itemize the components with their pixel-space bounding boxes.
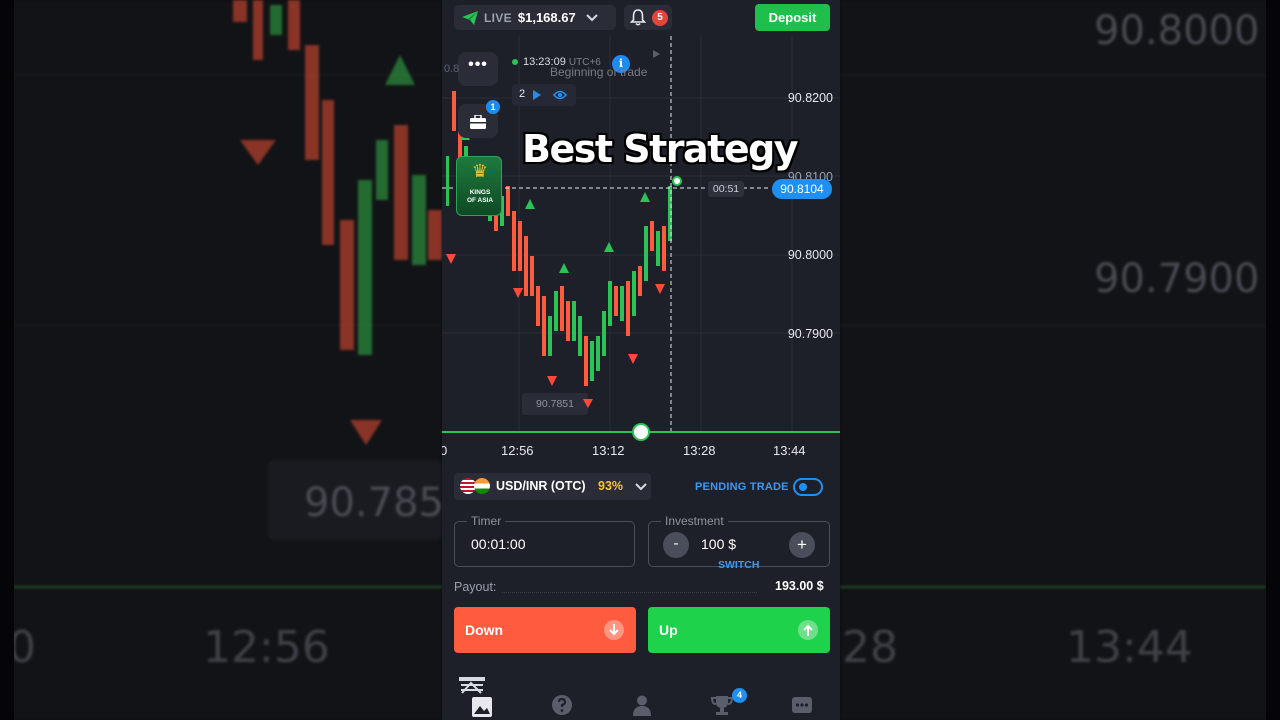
timeline-handle — [632, 423, 650, 441]
price-chart[interactable]: ••• 1 0.8 ♛ KINGS OF ASIA 13:23:09 UTC+6… — [442, 36, 840, 464]
price-axis-label: 90.7900 — [787, 327, 833, 341]
more-button[interactable]: ••• — [458, 52, 498, 86]
background-gridline — [840, 75, 1280, 76]
arrow-up-icon — [798, 620, 818, 640]
india-flag-icon — [474, 478, 490, 494]
background-price-mid: 90.7900 — [1094, 256, 1260, 302]
chart-gallery-icon[interactable] — [471, 696, 493, 718]
increase-investment-button[interactable]: + — [789, 532, 815, 558]
trophy-count-badge: 4 — [732, 688, 747, 703]
price-axis-label: 90.8000 — [787, 248, 833, 262]
chevron-down-icon — [586, 13, 598, 21]
timer-label: Timer — [467, 514, 506, 528]
payout-value: 193.00 $ — [775, 579, 824, 593]
background-left-blurred: 90.7851 0 12:56 — [0, 0, 442, 720]
background-left-candles — [0, 0, 442, 445]
screen: 90.7851 0 12:56 90.8000 90.7900 28 13:44… — [0, 0, 1280, 720]
top-bar: LIVE $1,168.67 5 Deposit — [442, 0, 840, 36]
indicators-icon[interactable] — [459, 675, 485, 697]
time-axis-label: 0 — [442, 443, 448, 458]
open-trades-count: 2 — [519, 88, 526, 100]
low-price-tag: 90.7851 — [522, 393, 588, 415]
account-mode-label: LIVE — [484, 10, 512, 25]
asset-name: USD/INR (OTC) — [496, 479, 586, 493]
background-time-partial: 28 — [842, 622, 898, 673]
beginning-of-trade-label: Beginning of trade — [550, 65, 648, 79]
trade-entry-marker — [672, 176, 682, 186]
background-time: 12:56 — [203, 622, 330, 673]
chevron-down-icon — [635, 483, 647, 491]
left-edge — [0, 0, 14, 720]
current-price-tag: 90.8104 — [772, 179, 832, 199]
phone-screen: LIVE $1,168.67 5 Deposit ••• 1 0.8 ♛ KIN… — [442, 0, 840, 720]
arrow-down-icon — [583, 399, 593, 408]
payout-label: Payout: — [454, 580, 497, 594]
investment-label: Investment — [661, 514, 728, 528]
trophy-icon[interactable] — [711, 694, 733, 716]
arrow-down-icon — [604, 620, 624, 640]
up-button[interactable]: Up — [648, 607, 830, 653]
timer-value: 00:01:00 — [471, 536, 526, 552]
profile-icon[interactable] — [631, 694, 653, 716]
account-balance: $1,168.67 — [517, 10, 576, 25]
background-gridline — [840, 325, 1280, 326]
candlestick-chart — [442, 36, 840, 441]
bottom-nav: 4 — [442, 672, 840, 720]
toggle-knob — [799, 483, 807, 491]
background-price-top: 90.8000 — [1094, 8, 1260, 54]
asset-selector[interactable]: USD/INR (OTC) 93% — [454, 473, 651, 500]
time-axis-label: 13:44 — [773, 443, 806, 458]
pending-trade-toggle[interactable] — [793, 478, 823, 496]
time-axis-label: 13:28 — [683, 443, 716, 458]
background-green-line — [0, 586, 442, 588]
down-button[interactable]: Down — [454, 607, 636, 653]
notifications-button[interactable]: 5 — [624, 5, 672, 30]
crown-icon: ♛ — [471, 161, 489, 181]
background-time: 13:44 — [1066, 622, 1193, 673]
bell-icon — [630, 9, 646, 26]
account-switcher[interactable]: LIVE $1,168.67 — [454, 5, 616, 30]
paper-plane-icon — [462, 10, 478, 25]
play-marker — [653, 50, 660, 58]
asset-payout-percent: 93% — [598, 479, 624, 493]
up-button-label: Up — [659, 622, 678, 638]
more-dots-icon: ••• — [468, 56, 488, 73]
online-dot-icon — [512, 59, 518, 66]
briefcase-icon — [470, 115, 486, 129]
video-headline-overlay: Best Strategy — [522, 127, 799, 171]
chat-icon[interactable] — [791, 694, 813, 716]
time-axis-label: 13:12 — [592, 443, 625, 458]
expiry-countdown: 00:51 — [708, 181, 744, 197]
eye-icon — [553, 90, 567, 100]
down-button-label: Down — [465, 622, 504, 638]
low-price-value: 90.7851 — [536, 398, 574, 410]
decrease-investment-button[interactable]: - — [663, 532, 689, 558]
deposit-button[interactable]: Deposit — [755, 4, 830, 31]
payout-divider — [502, 592, 757, 593]
notifications-count-badge: 5 — [652, 10, 668, 26]
investment-value: 100 $ — [701, 536, 737, 552]
time-axis-label: 12:56 — [501, 443, 534, 458]
logo-text: KINGS OF ASIA — [466, 189, 494, 204]
background-low-price: 90.7851 — [304, 480, 442, 526]
price-axis-label: 90.8200 — [787, 91, 833, 105]
portfolio-count-badge: 1 — [486, 100, 500, 114]
kings-of-asia-logo: ♛ KINGS OF ASIA — [456, 156, 502, 216]
play-icon — [533, 90, 541, 100]
right-edge — [1266, 0, 1280, 720]
help-icon[interactable] — [551, 694, 573, 716]
switch-currency-button[interactable]: SWITCH — [718, 559, 759, 571]
left-edge-price: 0.8 — [444, 63, 460, 75]
background-right-blurred: 90.8000 90.7900 28 13:44 — [840, 0, 1280, 720]
pending-trade-label: PENDING TRADE — [695, 481, 789, 493]
timer-field[interactable]: Timer 00:01:00 — [454, 514, 635, 567]
open-trades-indicator[interactable]: 2 — [512, 84, 576, 106]
background-green-line — [840, 586, 1266, 588]
